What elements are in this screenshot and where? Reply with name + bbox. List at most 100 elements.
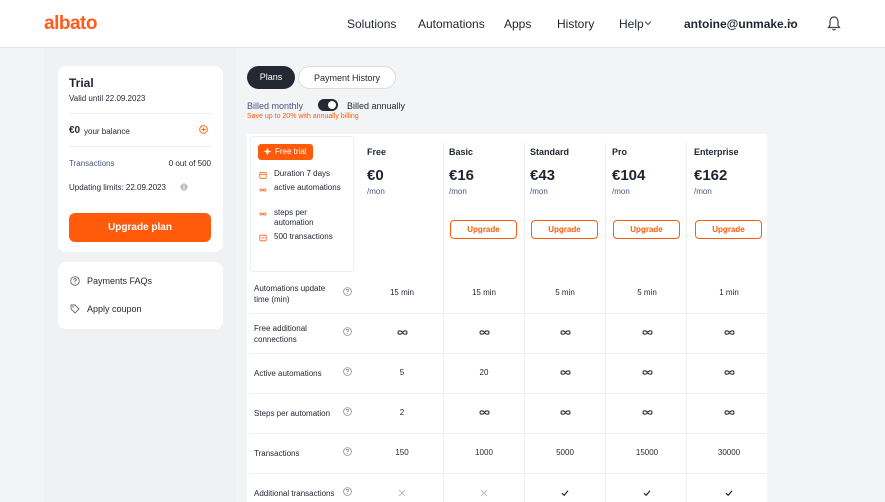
question-icon[interactable] (343, 367, 352, 376)
calendar-icon (259, 172, 267, 179)
trial-card: Trial Valid until 22.09.2023 €0 your bal… (58, 66, 223, 252)
column-separator (524, 143, 525, 502)
plan-period-basic: /mon (449, 187, 467, 196)
question-icon[interactable] (343, 447, 352, 456)
nav-help[interactable]: Help (619, 17, 644, 31)
column-separator (443, 143, 444, 502)
plan-price-pro: €104 (612, 167, 646, 184)
transactions-value: 0 out of 500 (168, 159, 211, 168)
nav-apps[interactable]: Apps (504, 17, 531, 31)
row-label: Active automations (254, 369, 322, 378)
plan-price-free: €0 (367, 167, 384, 184)
upgrade-button-standard[interactable]: Upgrade (531, 220, 598, 239)
nav-automations[interactable]: Automations (418, 17, 485, 31)
plan-period-enterprise: /mon (694, 187, 712, 196)
balance-label: your balance (84, 127, 130, 136)
infinity-icon (446, 328, 522, 337)
toggle-knob (328, 101, 336, 109)
info-icon[interactable] (180, 183, 188, 191)
tab-payment-history[interactable]: Payment History (298, 66, 396, 89)
table-cell: 30000 (717, 448, 741, 457)
ft-duration: Duration 7 days (274, 169, 331, 178)
upgrade-button-basic[interactable]: Upgrade (450, 220, 517, 239)
check-icon (609, 488, 685, 497)
column-separator (686, 143, 687, 502)
billed-monthly-label[interactable]: Billed monthly (247, 101, 303, 111)
row-divider (250, 473, 766, 474)
table-cell: 20 (479, 368, 489, 377)
cross-icon (364, 488, 440, 497)
save-note: Save up to 20% with annually billing (247, 113, 359, 120)
question-icon (70, 276, 80, 286)
infinity-icon (609, 368, 685, 377)
row-divider (250, 433, 766, 434)
infinity-icon (527, 328, 603, 337)
table-cell: 15000 (635, 448, 659, 457)
trial-valid-until: Valid until 22.09.2023 (69, 94, 146, 103)
coupon-tag-icon (70, 304, 80, 314)
upgrade-plan-button[interactable]: Upgrade plan (69, 213, 211, 242)
nav-solutions[interactable]: Solutions (347, 17, 396, 31)
plan-period-standard: /mon (530, 187, 548, 196)
plan-name-pro: Pro (612, 147, 628, 157)
plan-name-enterprise: Enterprise (694, 147, 739, 157)
ft-transactions: 500 transactions (274, 232, 333, 241)
question-icon[interactable] (343, 287, 352, 296)
apply-coupon-link[interactable]: Apply coupon (87, 304, 142, 314)
upgrade-button-pro[interactable]: Upgrade (613, 220, 680, 239)
infinity-icon (691, 408, 767, 417)
albato-logo[interactable]: albato (44, 13, 97, 35)
table-cell: 5 min (637, 288, 657, 297)
chevron-down-icon[interactable] (787, 18, 797, 28)
top-header: albato Solutions Automations Apps Histor… (0, 0, 885, 48)
billed-annually-label[interactable]: Billed annually (347, 101, 405, 111)
bell-icon[interactable] (826, 15, 842, 32)
infinity-icon (691, 328, 767, 337)
chevron-down-icon[interactable] (643, 18, 653, 28)
table-cell: 5 (399, 368, 405, 377)
tab-plans[interactable]: Plans (247, 66, 295, 89)
transactions-icon (259, 234, 267, 242)
question-icon[interactable] (343, 327, 352, 336)
table-cell: 5000 (556, 448, 574, 457)
free-trial-box: Free trial Duration 7 days active automa… (250, 136, 354, 272)
row-label: Free additional connections (254, 324, 307, 344)
question-icon[interactable] (343, 487, 352, 496)
check-icon (527, 488, 603, 497)
plan-price-enterprise: €162 (694, 167, 728, 184)
table-cell: 15 min (471, 288, 496, 297)
ft-steps: steps per automation (274, 208, 314, 227)
plan-name-standard: Standard (530, 147, 570, 157)
balance-amount: €0 (69, 125, 81, 136)
trial-title: Trial (69, 76, 94, 90)
plan-period-pro: /mon (612, 187, 630, 196)
billing-toggle[interactable] (318, 99, 338, 111)
row-divider (250, 393, 766, 394)
payments-faq-link[interactable]: Payments FAQs (87, 276, 152, 286)
ft-active-automations: active automations (274, 183, 341, 192)
plan-price-standard: €43 (530, 167, 556, 184)
divider (69, 146, 212, 147)
infinity-icon (609, 328, 685, 337)
row-divider (250, 353, 766, 354)
updating-limits: Updating limits: 22.09.2023 (69, 183, 166, 192)
infinity-icon (609, 408, 685, 417)
user-menu[interactable]: antoine@unmake.io (684, 17, 798, 31)
divider (69, 113, 212, 114)
add-balance-icon[interactable] (199, 125, 208, 134)
table-cell: 1 min (719, 288, 739, 297)
plan-name-free: Free (367, 147, 387, 157)
infinity-icon (446, 408, 522, 417)
infinity-icon (259, 212, 267, 216)
table-cell: 15 min (389, 288, 414, 297)
upgrade-button-enterprise[interactable]: Upgrade (695, 220, 762, 239)
table-cell: 2 (399, 408, 405, 417)
column-separator (605, 143, 606, 502)
plan-period-free: /mon (367, 187, 385, 196)
row-label: Automations update time (min) (254, 284, 326, 304)
nav-history[interactable]: History (557, 17, 594, 31)
table-cell: 5 min (555, 288, 575, 297)
table-cell: 150 (395, 448, 409, 457)
question-icon[interactable] (343, 407, 352, 416)
sparkle-icon (263, 147, 272, 156)
